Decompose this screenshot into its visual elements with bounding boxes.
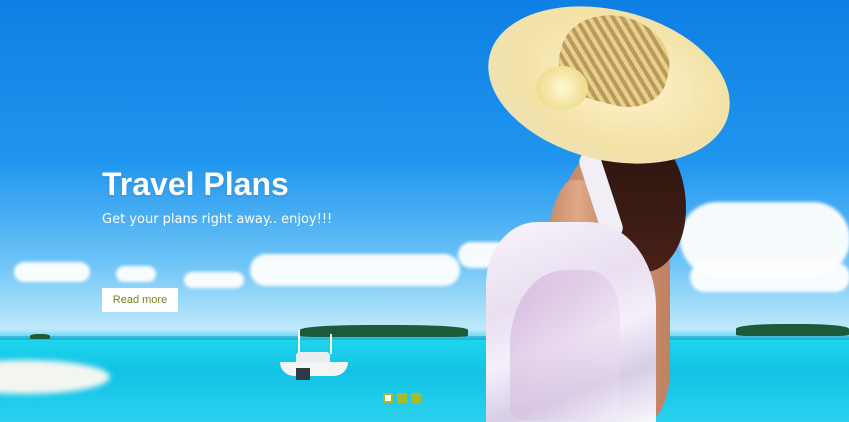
cloud bbox=[184, 272, 244, 288]
boat-mast bbox=[330, 334, 332, 354]
cloud bbox=[14, 262, 90, 282]
boat-hull bbox=[280, 362, 348, 376]
slide-title: Travel Plans bbox=[102, 166, 289, 202]
island bbox=[30, 334, 50, 339]
cloud bbox=[116, 266, 156, 282]
slide-caption: Travel Plans Get your plans right away..… bbox=[102, 166, 332, 229]
hat-flower bbox=[536, 66, 588, 110]
cloud bbox=[250, 254, 460, 286]
read-more-button[interactable]: Read more bbox=[102, 288, 178, 312]
island bbox=[736, 324, 849, 336]
hero-slider: Travel Plans Get your plans right away..… bbox=[0, 0, 849, 422]
slider-pager bbox=[383, 393, 421, 403]
pager-dot-2[interactable] bbox=[397, 393, 407, 403]
slide-subtitle: Get your plans right away.. enjoy!!! bbox=[102, 212, 333, 227]
dress-fold bbox=[510, 270, 620, 420]
boat-mast bbox=[298, 330, 300, 354]
island bbox=[300, 325, 468, 337]
boat-engine bbox=[296, 368, 310, 380]
sea bbox=[0, 338, 849, 422]
pager-dot-1[interactable] bbox=[383, 393, 393, 403]
cloud bbox=[690, 262, 849, 292]
pager-dot-3[interactable] bbox=[411, 393, 421, 403]
